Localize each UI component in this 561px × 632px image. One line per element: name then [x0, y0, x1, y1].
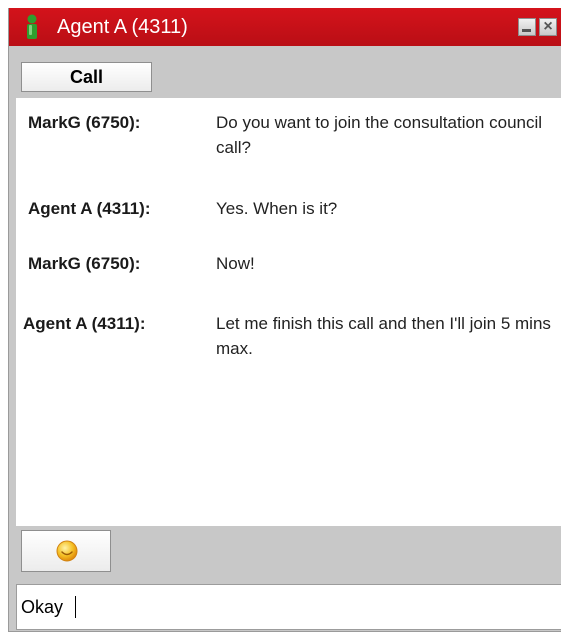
toolbar: Call [9, 46, 561, 98]
message-text: Yes. When is it? [216, 199, 338, 218]
title-bar[interactable]: Agent A (4311) × [9, 8, 561, 46]
chat-window: Agent A (4311) × Call MarkG (6750): Do y… [8, 8, 561, 632]
message-text: Do you want to join the consultation cou… [216, 113, 543, 157]
message-sender: Agent A (4311): [23, 314, 146, 333]
window-title: Agent A (4311) [57, 16, 188, 38]
message-sender: MarkG (6750): [28, 254, 141, 273]
close-icon: × [543, 18, 553, 35]
message-input-box[interactable] [16, 584, 561, 630]
message-text: Let me finish this call and then I'll jo… [216, 314, 551, 358]
message-text: Now! [216, 254, 255, 273]
message-input[interactable] [21, 593, 541, 621]
chat-transcript[interactable]: MarkG (6750): Do you want to join the co… [16, 98, 561, 526]
agent-status-icon [27, 14, 37, 39]
message-sender: Agent A (4311): [28, 199, 151, 218]
message-sender: MarkG (6750): [28, 113, 141, 132]
text-caret [75, 596, 76, 618]
call-button[interactable]: Call [21, 62, 152, 92]
close-button[interactable]: × [539, 18, 557, 36]
emoticon-button[interactable] [21, 530, 111, 572]
minimize-button[interactable] [518, 18, 536, 36]
smiley-icon [56, 540, 78, 562]
emoji-bar [9, 526, 561, 578]
